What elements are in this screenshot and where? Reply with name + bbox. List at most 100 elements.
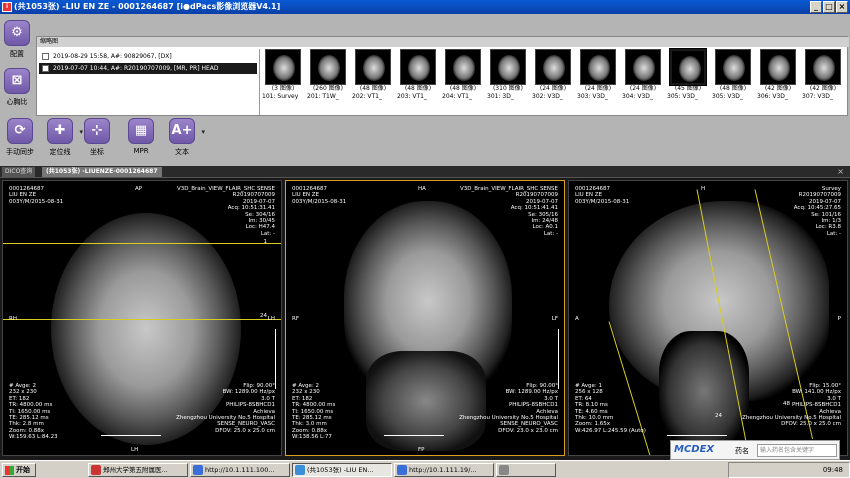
series-thumbnail[interactable]: (45 图像) 305: V3D_ [667, 48, 709, 111]
gear-icon: ⚙ [4, 20, 30, 46]
study-item-selected[interactable]: 2019-07-07 10:44, A#: R20190707009, [MR,… [39, 63, 257, 74]
study-checkbox[interactable] [42, 53, 49, 60]
thumbnail-image [625, 49, 661, 85]
sync-icon: ⟳ [7, 118, 33, 144]
study-checkbox[interactable] [42, 65, 49, 72]
thumbnail-count: (310 图像) [492, 85, 524, 92]
scanner-info: Flip: 90.00° BW: 1289.00 Hz/px 3.0 T PHI… [176, 383, 275, 434]
patient-info: 0001264687 LIU EN ZE 003Y/M/2015-08-31 [9, 186, 64, 205]
series-thumbnail[interactable]: (42 图像) 306: V3D_ [757, 49, 799, 111]
line-label: 1 [263, 239, 268, 245]
scanner-info: Flip: 90.00° BW: 1289.00 Hz/px 3.0 T PHI… [459, 383, 558, 434]
viewport-coronal[interactable]: 0001264687 LIU EN ZE 003Y/M/2015-08-31 H… [285, 180, 565, 456]
tab-current-study[interactable]: (共1053张) -LIUENZE-0001264687 [42, 167, 162, 177]
coordinate-button[interactable]: ⊹ 坐标 [81, 118, 113, 157]
thumbnail-name: 304: V3D_ [622, 93, 653, 100]
coord-label: 坐标 [90, 148, 104, 156]
line-label: 24 [260, 313, 267, 319]
scale-ruler [667, 435, 727, 436]
orientation-left: RF [292, 316, 299, 322]
series-thumbnail[interactable]: (24 图像) 302: V3D_ [532, 49, 574, 111]
thumbnail-count: (48 图像) [719, 85, 747, 92]
tab-dicom-query[interactable]: DICO查询 [2, 167, 36, 177]
cardiothoracic-ratio-button[interactable]: ⊠ 心胸比 [1, 68, 33, 107]
acquisition-params: # Avge: 1 256 x 128 ET: 64 TR: 8.10 ms T… [575, 383, 646, 434]
mpr-button[interactable]: ▦ MPR [125, 118, 157, 155]
viewport-sagittal[interactable]: 0001264687 LIU EN ZE 003Y/M/2015-08-31 H… [568, 180, 848, 456]
thumbnail-image [445, 49, 481, 85]
acquisition-params: # Avge: 2 232 x 230 ET: 182 TR: 4800.00 … [9, 383, 58, 441]
ie-icon [193, 465, 203, 475]
thumbnail-name: 202: VT1_ [352, 93, 382, 100]
series-thumbnail[interactable]: (48 图像) 204: VT1_ [442, 49, 484, 111]
app-icon: i [2, 2, 12, 12]
windows-logo-icon [5, 466, 14, 475]
config-button[interactable]: ⚙ 配置 [1, 20, 33, 59]
scale-ruler [275, 329, 276, 389]
minimize-button[interactable]: _ [810, 1, 822, 13]
thumbnail-count: (260 图像) [312, 85, 344, 92]
sync-label: 手动同步 [6, 148, 34, 156]
thumbnail-name: 305: V3D_ [667, 93, 698, 100]
chevron-down-icon[interactable]: ▾ [201, 128, 205, 136]
maximize-button[interactable]: □ [823, 1, 835, 13]
system-tray: 09:48 [728, 462, 850, 478]
thumbnail-name: 306: V3D_ [757, 93, 788, 100]
close-button[interactable]: × [836, 1, 848, 13]
task-misc[interactable] [496, 463, 556, 477]
close-icon[interactable]: × [837, 167, 844, 177]
thumbnail-name: 101: Survey [262, 93, 299, 100]
thumbnail-image [400, 49, 436, 85]
thumbnail-count: (48 图像) [449, 85, 477, 92]
task-viewer[interactable]: (共1053张) -LIU EN... [292, 463, 392, 477]
thumbnail-image [265, 49, 301, 85]
start-label: 开始 [16, 466, 30, 474]
series-thumbnail[interactable]: (3 图像) 101: Survey [262, 49, 304, 111]
window-title: (共1053张) -LIU EN ZE - 0001264687 [i●dPac… [14, 2, 281, 11]
series-thumbnail[interactable]: (48 图像) 305: V3D_ [712, 49, 754, 111]
series-thumbnail[interactable]: (48 图像) 202: VT1_ [352, 49, 394, 111]
locate-line-button[interactable]: ✚ 定位线 ▾ [44, 118, 83, 157]
thumbnail-name: 204: VT1_ [442, 93, 472, 100]
series-thumbnail[interactable]: (24 图像) 304: V3D_ [622, 49, 664, 111]
thumbnail-count: (45 图像) [674, 85, 702, 92]
scale-ruler [384, 435, 444, 436]
task-hospital[interactable]: 郑州大学第五附属医... [88, 463, 188, 477]
start-button[interactable]: 开始 [2, 463, 36, 477]
crosshair-icon: ✚ [47, 118, 73, 144]
manual-sync-button[interactable]: ⟳ 手动同步 [4, 118, 36, 157]
thumbnail-image [490, 49, 526, 85]
mcdex-widget: MCDEX 药名 输入药名包含关键字 [670, 440, 840, 460]
series-strip: (3 图像) 101: Survey (260 图像) 201: T1W_ (48 图像… [259, 48, 847, 115]
series-thumbnail[interactable]: (310 图像) 301: 3D_ [487, 49, 529, 111]
thumbnail-name: 201: T1W_ [307, 93, 339, 100]
series-thumbnail[interactable]: (48 图像) 203: VT1_ [397, 49, 439, 111]
text-button[interactable]: A+ 文本 ▾ [166, 118, 205, 157]
thumbnail-count: (48 图像) [359, 85, 387, 92]
series-thumbnail[interactable]: (24 图像) 303: V3D_ [577, 49, 619, 111]
task-label: 郑州大学第五附属医... [103, 466, 168, 474]
series-thumbnail[interactable]: (260 图像) 201: T1W_ [307, 49, 349, 111]
thumbnail-image [580, 49, 616, 85]
thumbnail-name: 305: V3D_ [712, 93, 743, 100]
drug-search-input[interactable]: 输入药名包含关键字 [757, 444, 837, 457]
viewport-axial[interactable]: 0001264687 LIU EN ZE 003Y/M/2015-08-31 A… [2, 180, 282, 456]
app-window: i (共1053张) -LIU EN ZE - 0001264687 [i●dP… [0, 0, 850, 478]
series-info: V3D_Brain_VIEW_FLAIR_SHC SENSE R20190707… [176, 186, 275, 237]
study-label: 2019-07-07 10:44, A#: R20190707009, [MR,… [53, 65, 219, 72]
acquisition-params: # Avge: 2 232 x 230 ET: 182 TR: 4800.00 … [292, 383, 336, 441]
thumbnail-name: 301: 3D_ [487, 93, 514, 100]
orientation-right: LF [551, 316, 558, 322]
task-label: http://10.1.111.19/... [409, 466, 477, 474]
thumbnail-name: 203: VT1_ [397, 93, 427, 100]
task-browser-2[interactable]: http://10.1.111.19/... [394, 463, 494, 477]
clock: 09:48 [822, 466, 843, 474]
axes-icon: ⊹ [84, 118, 110, 144]
app-icon [295, 465, 305, 475]
task-browser-1[interactable]: http://10.1.111.100... [190, 463, 290, 477]
series-thumbnail[interactable]: (42 图像) 307: V3D_ [802, 49, 844, 111]
study-item[interactable]: 2019-08-29 15:58, A#: 90829067, [DX] [39, 51, 257, 62]
orientation-top: H [701, 186, 706, 192]
title-bar: i (共1053张) -LIU EN ZE - 0001264687 [i●dP… [0, 0, 850, 14]
thumbnail-count: (48 图像) [404, 85, 432, 92]
